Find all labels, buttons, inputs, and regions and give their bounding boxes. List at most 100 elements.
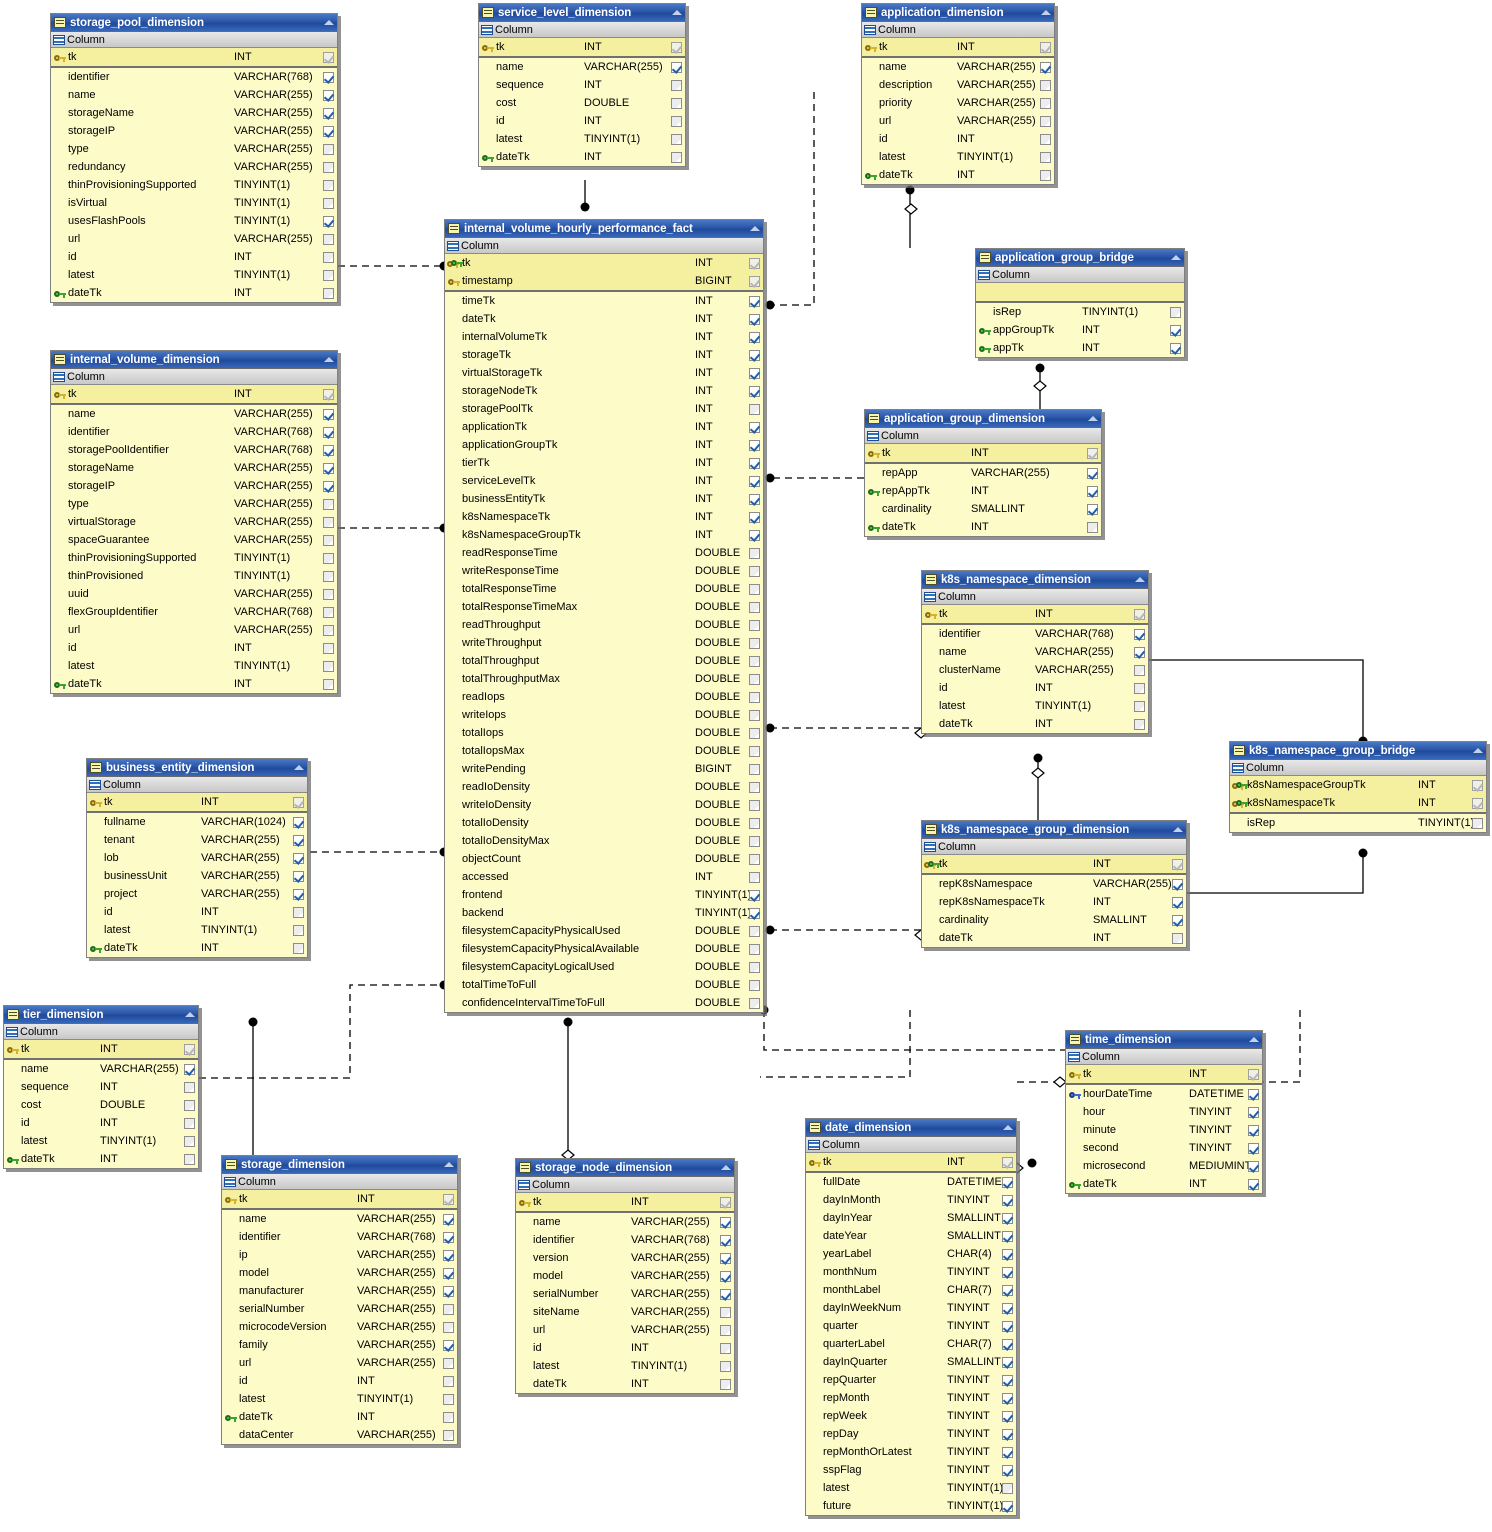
column-row[interactable]: virtualStorageTk INT [445,364,763,382]
column-row[interactable]: writeIops DOUBLE [445,706,763,724]
column-row[interactable]: totalIoDensityMax DOUBLE [445,832,763,850]
checkbox-unchecked[interactable] [320,197,337,209]
checkbox-checked[interactable] [440,1249,457,1261]
column-row[interactable]: name VARCHAR(255) [479,58,685,76]
collapse-chevron-icon[interactable] [748,223,761,234]
column-row[interactable]: thinProvisioningSupported TINYINT(1) [51,549,337,567]
collapse-chevron-icon[interactable] [1039,7,1052,18]
table-application_group_dimension[interactable]: application_group_dimension Column tk INT re… [864,409,1102,537]
column-row[interactable]: usesFlashPools TINYINT(1) [51,212,337,230]
checkbox-checked[interactable] [746,331,763,343]
table-title-bar[interactable]: date_dimension [806,1119,1016,1137]
column-row[interactable]: second TINYINT [1066,1139,1262,1157]
checkbox-inherited[interactable] [999,1156,1016,1168]
table-time_dimension[interactable]: time_dimension Column tk INT hourDateTime DAT… [1065,1030,1263,1194]
checkbox-unchecked[interactable] [320,516,337,528]
column-row[interactable]: storageIP VARCHAR(255) [51,477,337,495]
column-row[interactable]: url VARCHAR(255) [51,621,337,639]
column-row[interactable]: repMonthOrLatest TINYINT [806,1443,1016,1461]
checkbox-checked[interactable] [1167,324,1184,336]
table-k8s_namespace_group_dimension[interactable]: k8s_namespace_group_dimension Column tk INT… [921,820,1187,948]
column-row[interactable]: id INT [51,639,337,657]
table-title-bar[interactable]: storage_node_dimension [516,1159,734,1177]
column-row[interactable]: repMonth TINYINT [806,1389,1016,1407]
table-title-bar[interactable]: storage_pool_dimension [51,14,337,32]
collapse-chevron-icon[interactable] [322,354,335,365]
column-row[interactable]: latest TINYINT(1) [806,1479,1016,1497]
table-title-bar[interactable]: k8s_namespace_dimension [922,571,1148,589]
checkbox-checked[interactable] [746,313,763,325]
checkbox-checked[interactable] [668,61,685,73]
checkbox-inherited[interactable] [1131,608,1148,620]
column-row[interactable]: confidenceIntervalTimeToFull DOUBLE [445,994,763,1012]
checkbox-unchecked[interactable] [320,161,337,173]
column-row[interactable]: dateTk INT [445,310,763,328]
table-title-bar[interactable]: application_group_dimension [865,410,1101,428]
column-row[interactable]: microcodeVersion VARCHAR(255) [222,1318,457,1336]
column-row[interactable]: dayInWeekNum TINYINT [806,1299,1016,1317]
column-row[interactable]: name VARCHAR(255) [862,58,1054,76]
checkbox-unchecked[interactable] [746,691,763,703]
collapse-chevron-icon[interactable] [322,17,335,28]
table-internal_volume_hourly_performance_fact[interactable]: internal_volume_hourly_performance_fact C… [444,219,764,1013]
checkbox-unchecked[interactable] [440,1411,457,1423]
checkbox-unchecked[interactable] [320,269,337,281]
column-row[interactable]: dayInYear SMALLINT [806,1209,1016,1227]
checkbox-checked[interactable] [999,1194,1016,1206]
column-row[interactable]: repApp VARCHAR(255) [865,464,1101,482]
column-row[interactable]: readThroughput DOUBLE [445,616,763,634]
checkbox-checked[interactable] [320,444,337,456]
collapse-chevron-icon[interactable] [1001,1122,1014,1133]
table-date_dimension[interactable]: date_dimension Column tk INT fullDate DATETIM… [805,1118,1017,1516]
table-title-bar[interactable]: business_entity_dimension [87,759,307,777]
column-row[interactable]: tk INT [445,254,763,272]
checkbox-unchecked[interactable] [1131,700,1148,712]
checkbox-checked[interactable] [999,1392,1016,1404]
column-row[interactable]: tk INT [806,1153,1016,1171]
checkbox-checked[interactable] [999,1464,1016,1476]
checkbox-unchecked[interactable] [746,763,763,775]
checkbox-checked[interactable] [999,1374,1016,1386]
column-row[interactable]: accessed INT [445,868,763,886]
column-row[interactable]: cost DOUBLE [4,1096,198,1114]
column-row[interactable]: hourDateTime DATETIME [1066,1085,1262,1103]
checkbox-inherited[interactable] [290,796,307,808]
checkbox-inherited[interactable] [1245,1068,1262,1080]
column-row[interactable]: identifier VARCHAR(768) [51,423,337,441]
collapse-chevron-icon[interactable] [1086,413,1099,424]
collapse-chevron-icon[interactable] [183,1009,196,1020]
table-title-bar[interactable]: internal_volume_hourly_performance_fact [445,220,763,238]
checkbox-checked[interactable] [746,493,763,505]
column-row[interactable]: monthNum TINYINT [806,1263,1016,1281]
column-row[interactable]: version VARCHAR(255) [516,1249,734,1267]
checkbox-checked[interactable] [320,408,337,420]
checkbox-unchecked[interactable] [1167,306,1184,318]
column-row[interactable]: storageName VARCHAR(255) [51,459,337,477]
column-row[interactable]: storageIP VARCHAR(255) [51,122,337,140]
checkbox-checked[interactable] [1131,646,1148,658]
checkbox-checked[interactable] [440,1213,457,1225]
column-row[interactable]: tk INT [1066,1065,1262,1083]
column-row[interactable]: latest TINYINT(1) [516,1357,734,1375]
checkbox-unchecked[interactable] [668,133,685,145]
column-row[interactable]: writeThroughput DOUBLE [445,634,763,652]
checkbox-unchecked[interactable] [746,547,763,559]
checkbox-checked[interactable] [999,1302,1016,1314]
column-row[interactable]: filesystemCapacityPhysicalAvailable DOUBL… [445,940,763,958]
checkbox-checked[interactable] [1169,914,1186,926]
column-row[interactable]: timeTk INT [445,292,763,310]
checkbox-unchecked[interactable] [746,583,763,595]
column-row[interactable]: id INT [516,1339,734,1357]
collapse-chevron-icon[interactable] [1133,574,1146,585]
column-row[interactable]: project VARCHAR(255) [87,885,307,903]
checkbox-checked[interactable] [290,816,307,828]
column-row[interactable]: type VARCHAR(255) [51,140,337,158]
column-row[interactable]: spaceGuarantee VARCHAR(255) [51,531,337,549]
checkbox-unchecked[interactable] [717,1378,734,1390]
checkbox-unchecked[interactable] [440,1321,457,1333]
table-storage_node_dimension[interactable]: storage_node_dimension Column tk INT name VAR… [515,1158,735,1394]
collapse-chevron-icon[interactable] [442,1159,455,1170]
column-row[interactable]: appGroupTk INT [976,321,1184,339]
column-row[interactable]: tierTk INT [445,454,763,472]
column-row[interactable]: sequence INT [4,1078,198,1096]
